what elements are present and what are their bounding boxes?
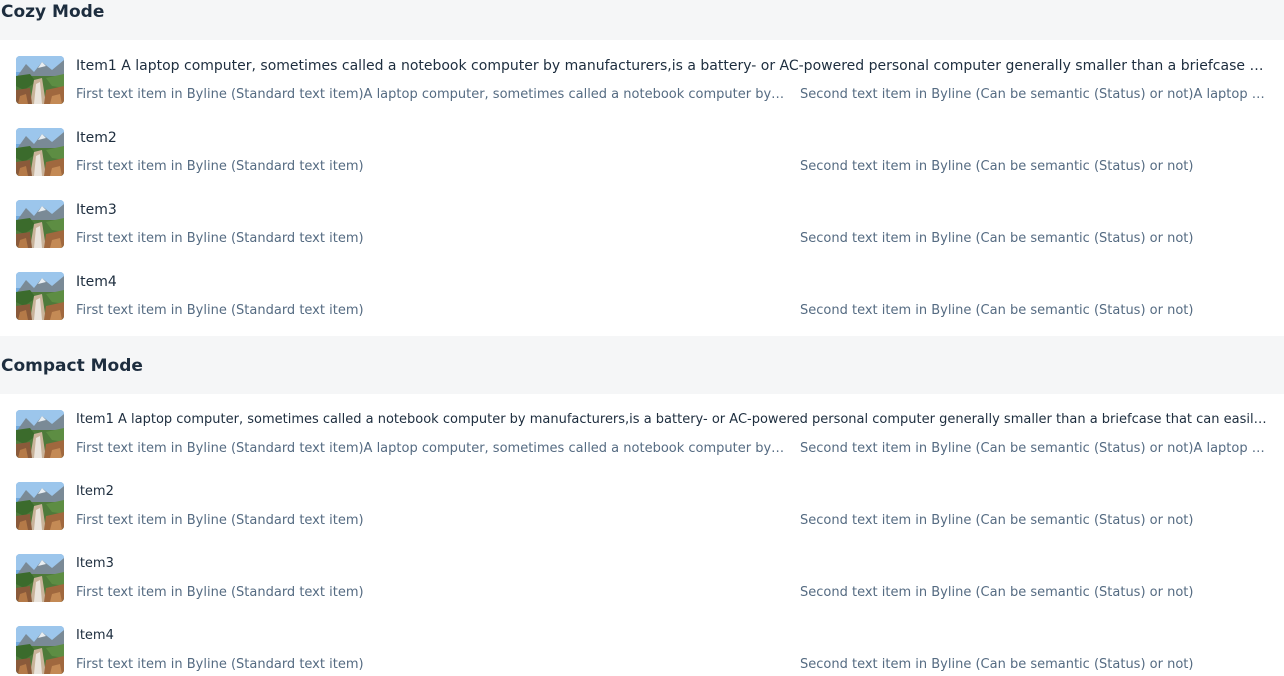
item-title: Item4 — [76, 274, 117, 290]
item-byline-first: First text item in Byline (Standard text… — [76, 87, 786, 102]
item-title: Item1 A laptop computer, sometimes calle… — [76, 58, 1268, 74]
landscape-thumbnail-icon — [16, 200, 64, 248]
item-title: Item1 A laptop computer, sometimes calle… — [76, 412, 1268, 427]
item-title: Item3 — [76, 556, 114, 571]
item-byline-first: First text item in Byline (Standard text… — [76, 159, 364, 174]
list-item[interactable]: Item2 First text item in Byline (Standar… — [0, 120, 1284, 192]
landscape-thumbnail-icon — [16, 56, 64, 104]
landscape-thumbnail-icon — [16, 272, 64, 320]
item-byline-first: First text item in Byline (Standard text… — [76, 441, 786, 456]
item-byline-first: First text item in Byline (Standard text… — [76, 303, 364, 318]
section-title: Compact Mode — [1, 356, 143, 376]
landscape-thumbnail-icon — [16, 410, 64, 458]
list-item[interactable]: Item4 First text item in Byline (Standar… — [0, 618, 1284, 676]
list-item[interactable]: Item1 A laptop computer, sometimes calle… — [0, 48, 1284, 120]
section-header: Cozy Mode — [0, 0, 1284, 40]
item-title: Item2 — [76, 484, 114, 499]
section-title: Cozy Mode — [1, 2, 105, 22]
landscape-thumbnail-icon — [16, 482, 64, 530]
list-item[interactable]: Item3 First text item in Byline (Standar… — [0, 192, 1284, 264]
item-title: Item4 — [76, 628, 114, 643]
item-list: Item1 A laptop computer, sometimes calle… — [0, 40, 1284, 336]
list-item[interactable]: Item4 First text item in Byline (Standar… — [0, 264, 1284, 336]
list-item[interactable]: Item2 First text item in Byline (Standar… — [0, 474, 1284, 546]
list-item[interactable]: Item1 A laptop computer, sometimes calle… — [0, 402, 1284, 474]
item-title: Item3 — [76, 202, 117, 218]
item-byline-second: Second text item in Byline (Can be seman… — [800, 231, 1194, 246]
item-byline-second: Second text item in Byline (Can be seman… — [800, 513, 1194, 528]
item-title: Item2 — [76, 130, 117, 146]
section-header: Compact Mode — [0, 336, 1284, 394]
item-byline-first: First text item in Byline (Standard text… — [76, 513, 364, 528]
item-byline-second: Second text item in Byline (Can be seman… — [800, 441, 1268, 456]
item-byline-second: Second text item in Byline (Can be seman… — [800, 159, 1194, 174]
item-byline-second: Second text item in Byline (Can be seman… — [800, 303, 1194, 318]
list-section: Compact Mode Item1 A laptop computer, so… — [0, 336, 1284, 676]
item-list: Item1 A laptop computer, sometimes calle… — [0, 394, 1284, 676]
item-byline-second: Second text item in Byline (Can be seman… — [800, 585, 1194, 600]
landscape-thumbnail-icon — [16, 128, 64, 176]
list-item[interactable]: Item3 First text item in Byline (Standar… — [0, 546, 1284, 618]
list-section: Cozy Mode Item1 A laptop computer, somet… — [0, 0, 1284, 336]
landscape-thumbnail-icon — [16, 626, 64, 674]
item-byline-second: Second text item in Byline (Can be seman… — [800, 657, 1194, 672]
item-byline-first: First text item in Byline (Standard text… — [76, 231, 364, 246]
item-byline-first: First text item in Byline (Standard text… — [76, 585, 364, 600]
item-byline-first: First text item in Byline (Standard text… — [76, 657, 364, 672]
landscape-thumbnail-icon — [16, 554, 64, 602]
item-byline-second: Second text item in Byline (Can be seman… — [800, 87, 1268, 102]
list-report: Cozy Mode Item1 A laptop computer, somet… — [0, 0, 1284, 676]
